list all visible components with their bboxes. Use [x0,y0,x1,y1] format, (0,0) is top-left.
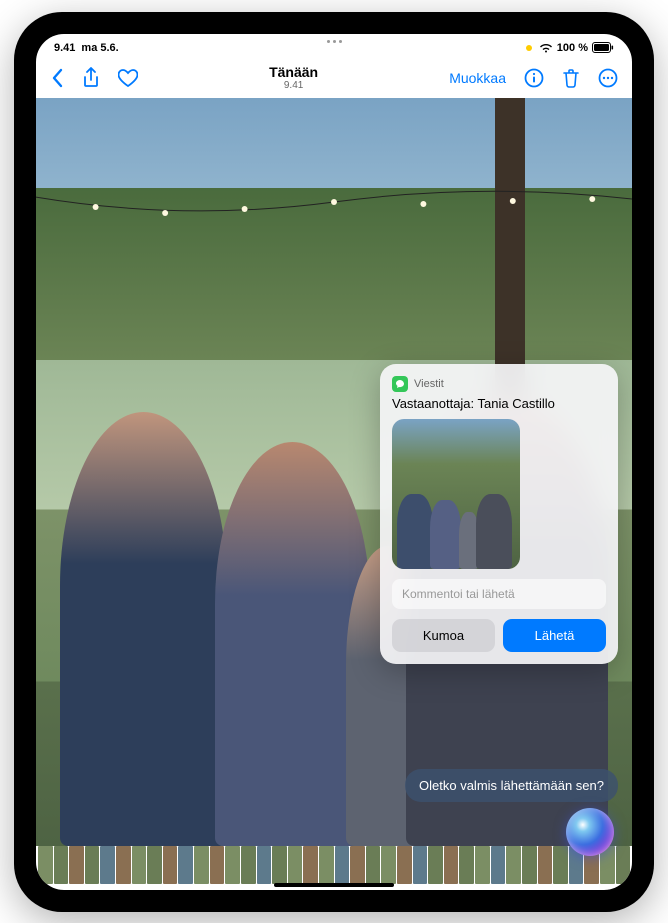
filmstrip-thumb[interactable] [616,846,631,884]
filmstrip-thumb[interactable] [491,846,506,884]
home-indicator[interactable] [274,883,394,887]
filmstrip-thumb[interactable] [116,846,131,884]
battery-icon [592,42,614,53]
front-camera-dots [314,39,354,44]
page-subtitle: 9.41 [138,80,449,91]
more-button[interactable] [598,68,618,88]
filmstrip-thumb[interactable] [100,846,115,884]
siri-orb[interactable] [566,808,614,856]
siri-message-card: Viestit Vastaanottaja: Tania Castillo Ku… [380,364,618,664]
status-time: 9.41 [54,42,75,54]
info-button[interactable] [524,68,544,88]
filmstrip-thumb[interactable] [366,846,381,884]
filmstrip-thumb[interactable] [54,846,69,884]
filmstrip-thumb[interactable] [163,846,178,884]
filmstrip-thumb[interactable] [459,846,474,884]
filmstrip-thumb[interactable] [85,846,100,884]
nav-bar: Tänään 9.41 Muokkaa [36,58,632,98]
messages-app-icon [392,376,408,392]
ipad-device-frame: 9.41 ma 5.6. 100 % [14,12,654,912]
comment-input[interactable] [392,579,606,609]
back-button[interactable] [50,68,64,88]
photo-filmstrip[interactable] [36,846,632,884]
filmstrip-thumb[interactable] [428,846,443,884]
filmstrip-thumb[interactable] [241,846,256,884]
filmstrip-thumb[interactable] [553,846,568,884]
filmstrip-thumb[interactable] [506,846,521,884]
edit-button[interactable]: Muokkaa [449,70,506,86]
filmstrip-thumb[interactable] [210,846,225,884]
filmstrip-thumb[interactable] [319,846,334,884]
filmstrip-thumb[interactable] [288,846,303,884]
wifi-icon [539,43,553,53]
delete-button[interactable] [562,68,580,88]
filmstrip-thumb[interactable] [225,846,240,884]
filmstrip-thumb[interactable] [38,846,53,884]
status-date: ma 5.6. [81,42,118,54]
filmstrip-thumb[interactable] [69,846,84,884]
filmstrip-thumb[interactable] [381,846,396,884]
filmstrip-thumb[interactable] [303,846,318,884]
location-indicator-dot [526,45,532,51]
status-bar: 9.41 ma 5.6. 100 % [36,34,632,58]
card-photo-preview[interactable] [392,419,520,569]
filmstrip-thumb[interactable] [350,846,365,884]
filmstrip-thumb[interactable] [147,846,162,884]
filmstrip-thumb[interactable] [178,846,193,884]
filmstrip-thumb[interactable] [444,846,459,884]
filmstrip-thumb[interactable] [194,846,209,884]
share-button[interactable] [82,67,100,89]
filmstrip-thumb[interactable] [335,846,350,884]
filmstrip-thumb[interactable] [257,846,272,884]
favorite-button[interactable] [118,69,138,87]
filmstrip-thumb[interactable] [272,846,287,884]
send-button[interactable]: Lähetä [503,619,606,652]
photo-person-1 [60,412,227,846]
filmstrip-thumb[interactable] [538,846,553,884]
cancel-button[interactable]: Kumoa [392,619,495,652]
filmstrip-thumb[interactable] [132,846,147,884]
filmstrip-thumb[interactable] [413,846,428,884]
screen: 9.41 ma 5.6. 100 % [36,34,632,890]
card-app-name: Viestit [414,378,444,390]
filmstrip-thumb[interactable] [475,846,490,884]
page-title: Tänään [138,64,449,80]
battery-percent: 100 % [557,42,588,54]
photo-string-lights [36,187,632,189]
filmstrip-thumb[interactable] [397,846,412,884]
siri-query-bubble: Oletko valmis lähettämään sen? [405,769,618,802]
filmstrip-thumb[interactable] [522,846,537,884]
card-recipient-line: Vastaanottaja: Tania Castillo [392,396,606,411]
